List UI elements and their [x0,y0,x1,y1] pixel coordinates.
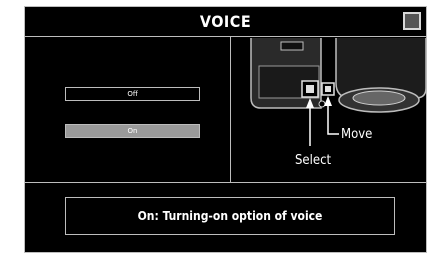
select-label: Select [295,153,332,168]
option-off[interactable]: Off [65,87,200,101]
device-illustration: Move Select [250,38,426,168]
option-on[interactable]: On [65,124,200,138]
square-icon[interactable] [403,12,421,30]
horizontal-divider [25,182,426,183]
voice-screen: VOICE Off On Move Select On: Turning-on … [24,6,427,253]
description-text: Turning-on option of voice [162,209,323,223]
device-slot [280,41,304,51]
title-bar: VOICE [25,7,426,37]
description-term: On: [137,209,159,223]
description-box: On: Turning-on option of voice [65,197,395,235]
page-title: VOICE [199,12,252,31]
move-label: Move [341,127,372,142]
